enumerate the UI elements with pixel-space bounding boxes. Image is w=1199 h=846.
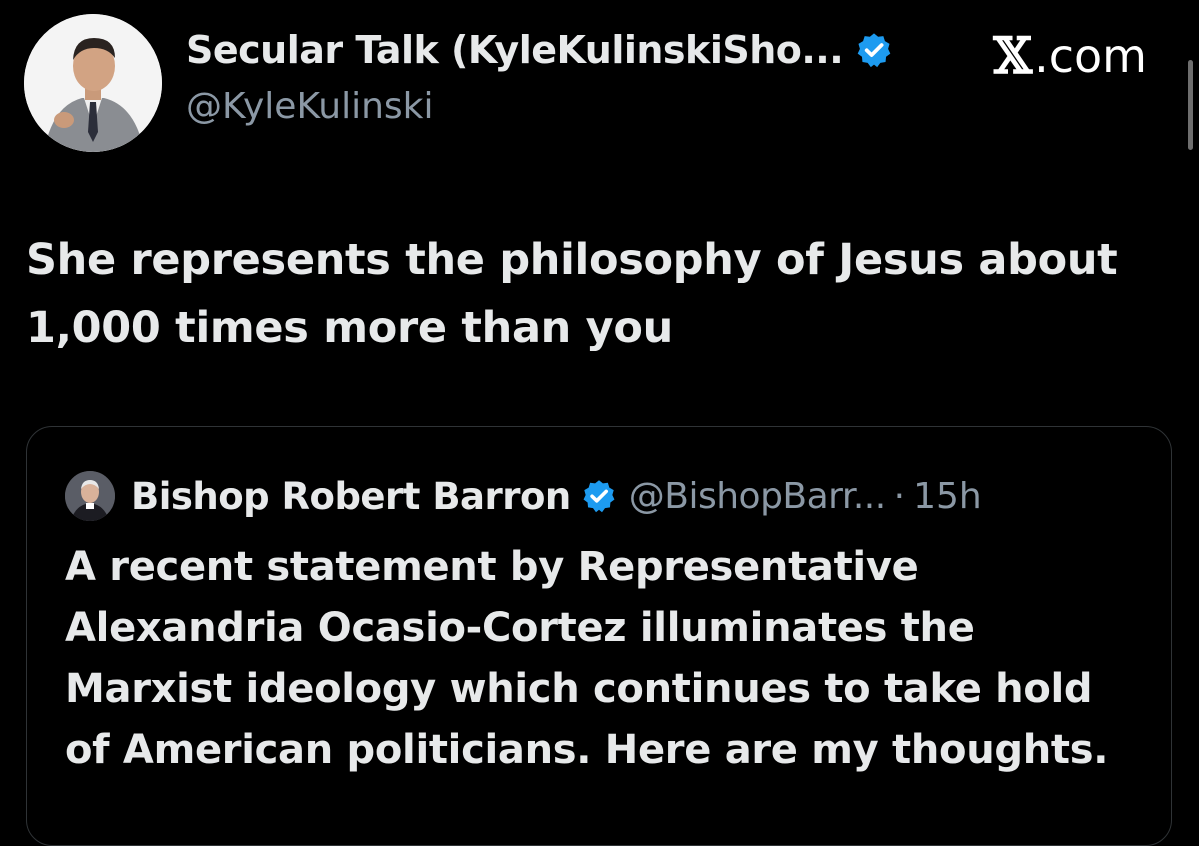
x-com-watermark: 𝕏 .com — [993, 26, 1147, 85]
quoted-tweet-header: Bishop Robert Barron @BishopBarr... · 15… — [65, 471, 982, 521]
author-handle[interactable]: @KyleKulinski — [186, 86, 434, 127]
quoted-tweet-timestamp[interactable]: 15h — [913, 476, 982, 517]
author-display-name[interactable]: Secular Talk (KyleKulinskiSho... — [186, 28, 844, 72]
scrollbar-thumb[interactable] — [1188, 60, 1193, 150]
quoted-tweet-card[interactable]: Bishop Robert Barron @BishopBarr... · 15… — [26, 426, 1172, 846]
tweet-text: She represents the philosophy of Jesus a… — [26, 235, 1118, 353]
brand-domain: .com — [1034, 28, 1147, 83]
quoted-tweet-text: A recent statement by Representative Ale… — [65, 544, 1109, 773]
author-name-row[interactable]: Secular Talk (KyleKulinskiSho... — [186, 28, 893, 72]
separator-dot: · — [893, 475, 906, 517]
quoted-author-handle[interactable]: @BishopBarr... — [629, 476, 886, 517]
verified-badge-icon — [581, 478, 617, 514]
quoted-author-display-name[interactable]: Bishop Robert Barron — [131, 475, 571, 518]
quoted-author-avatar[interactable] — [65, 471, 115, 521]
verified-badge-icon — [855, 31, 893, 69]
author-avatar[interactable] — [24, 14, 162, 152]
x-logo-icon: 𝕏 — [993, 26, 1033, 85]
